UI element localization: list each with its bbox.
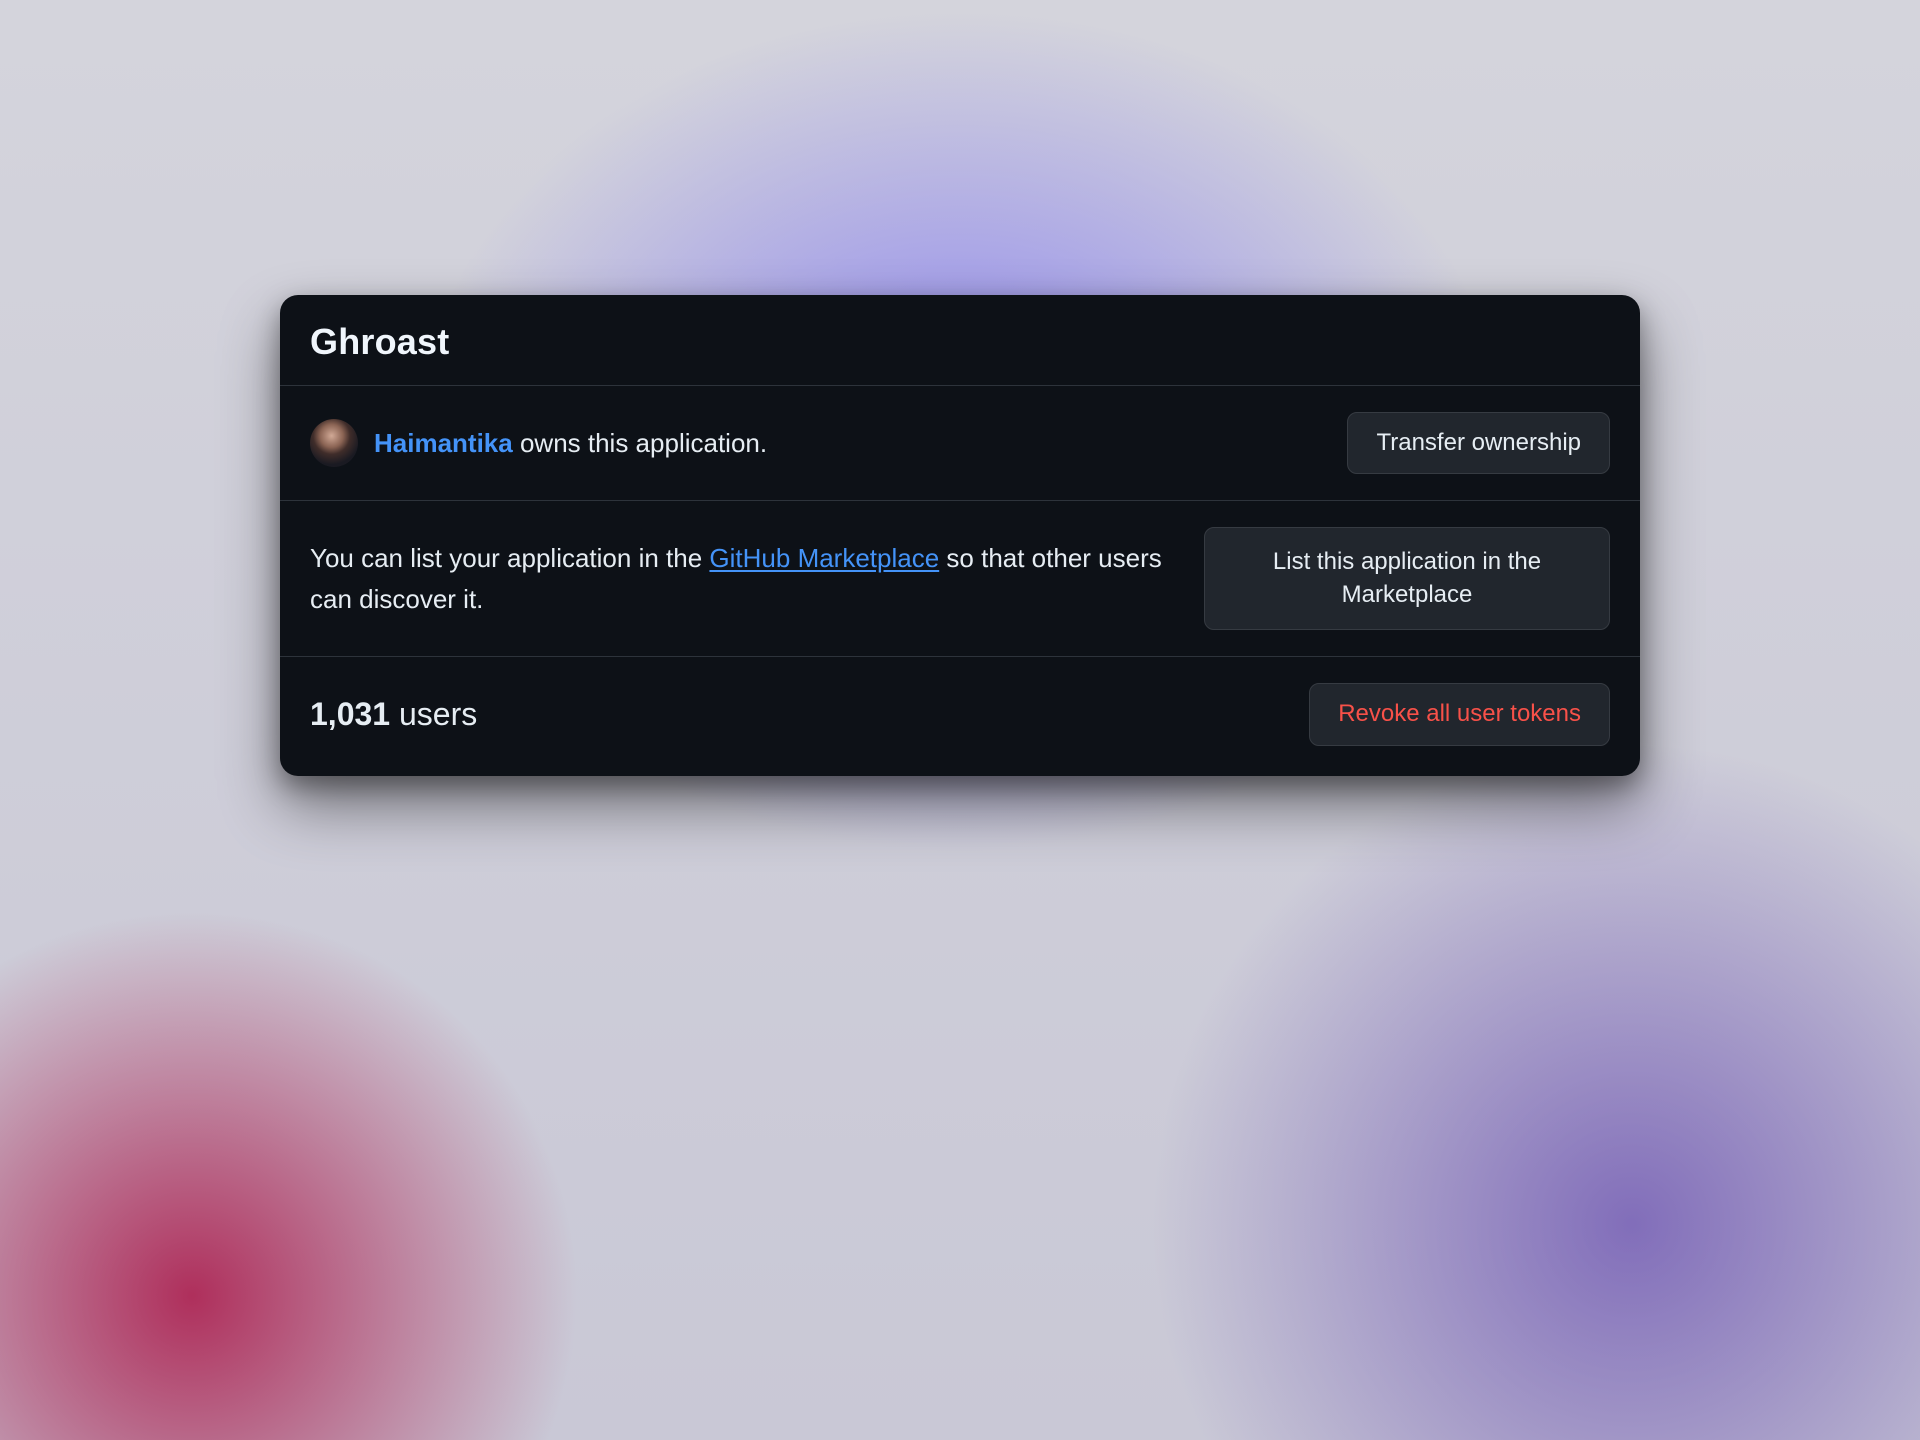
marketplace-row: You can list your application in the Git… bbox=[280, 501, 1640, 656]
app-settings-card: Ghroast Haimantika owns this application… bbox=[280, 295, 1640, 776]
users-label: users bbox=[390, 696, 477, 732]
users-row: 1,031 users Revoke all user tokens bbox=[280, 657, 1640, 775]
transfer-ownership-button[interactable]: Transfer ownership bbox=[1347, 412, 1610, 474]
owner-row-left: Haimantika owns this application. bbox=[310, 419, 1323, 467]
list-in-marketplace-button[interactable]: List this application in the Marketplace bbox=[1204, 527, 1610, 630]
owner-text: Haimantika owns this application. bbox=[374, 425, 767, 461]
card-header: Ghroast bbox=[280, 295, 1640, 385]
owner-suffix: owns this application. bbox=[513, 428, 767, 458]
revoke-all-tokens-button[interactable]: Revoke all user tokens bbox=[1309, 683, 1610, 745]
owner-row: Haimantika owns this application. Transf… bbox=[280, 386, 1640, 500]
github-marketplace-link[interactable]: GitHub Marketplace bbox=[709, 543, 939, 573]
marketplace-text-before: You can list your application in the bbox=[310, 543, 709, 573]
marketplace-text: You can list your application in the Git… bbox=[310, 538, 1180, 619]
users-block: 1,031 users bbox=[310, 696, 477, 733]
owner-link[interactable]: Haimantika bbox=[374, 428, 513, 458]
users-count: 1,031 bbox=[310, 696, 390, 732]
owner-avatar[interactable] bbox=[310, 419, 358, 467]
app-title: Ghroast bbox=[310, 321, 1610, 363]
